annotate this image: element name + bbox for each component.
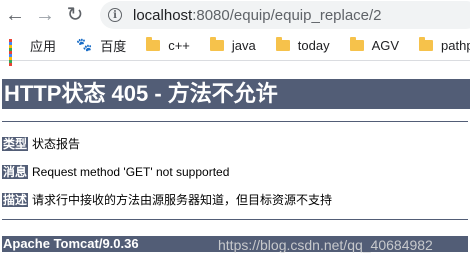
- bookmark-label: c++: [168, 37, 190, 53]
- error-page: HTTP状态 405 - 方法不允许 类型 状态报告 消息 Request meth…: [0, 61, 470, 268]
- type-label: 类型: [2, 137, 29, 151]
- divider: [2, 219, 468, 220]
- bookmark-label: AGV: [371, 37, 400, 53]
- error-message-row: 消息 Request method 'GET' not supported: [2, 164, 229, 180]
- folder-icon: [419, 36, 434, 51]
- watermark: https://blog.csdn.net/qq_40684982: [218, 237, 433, 253]
- address-bar[interactable]: i localhost:8080/equip/equip_replace/2: [100, 1, 470, 29]
- url-text[interactable]: localhost:8080/equip/equip_replace/2: [133, 7, 382, 24]
- baidu-paw-icon: 🐾: [76, 37, 93, 52]
- bookmark-label: 应用: [30, 38, 57, 54]
- browser-toolbar: ← → ↻ i localhost:8080/equip/equip_repla…: [0, 0, 470, 30]
- bookmark-folder-java[interactable]: java: [209, 36, 256, 53]
- error-type-row: 类型 状态报告: [2, 136, 80, 152]
- url-path: :8080/equip/equip_replace/2: [192, 6, 382, 24]
- bookmark-folder-cpp[interactable]: c++: [146, 36, 190, 53]
- error-title: HTTP状态 405 - 方法不允许: [2, 79, 470, 109]
- type-value: 状态报告: [32, 137, 81, 151]
- bookmark-label: today: [297, 37, 330, 53]
- forward-arrow-icon[interactable]: →: [32, 2, 58, 28]
- bookmarks-bar: 应用 🐾 百度 c++ java today AGV pathpla: [0, 30, 470, 66]
- folder-icon: [275, 36, 290, 51]
- divider: [2, 121, 468, 122]
- folder-icon: [349, 36, 364, 51]
- folder-icon: [209, 36, 224, 51]
- error-description-row: 描述 请求行中接收的方法由源服务器知道，但目标资源不支持: [2, 192, 332, 208]
- message-label: 消息: [2, 165, 29, 179]
- bookmark-baidu[interactable]: 🐾 百度: [76, 36, 126, 55]
- site-info-icon[interactable]: i: [108, 8, 122, 22]
- url-host: localhost: [133, 6, 193, 24]
- bookmark-folder-pathplan[interactable]: pathpla: [419, 36, 470, 53]
- description-value: 请求行中接收的方法由源服务器知道，但目标资源不支持: [32, 193, 333, 207]
- bookmark-apps[interactable]: 应用: [9, 36, 57, 66]
- bookmark-folder-today[interactable]: today: [275, 36, 330, 53]
- browser-window: ← → ↻ i localhost:8080/equip/equip_repla…: [0, 0, 470, 268]
- bookmark-label: 百度: [100, 38, 127, 54]
- description-label: 描述: [2, 193, 29, 207]
- back-arrow-icon[interactable]: ←: [2, 2, 28, 28]
- bookmark-label: pathpla: [441, 37, 470, 53]
- bookmark-folder-agv[interactable]: AGV: [349, 36, 400, 53]
- reload-icon[interactable]: ↻: [62, 2, 88, 28]
- message-value: Request method 'GET' not supported: [32, 165, 230, 179]
- folder-icon: [146, 36, 161, 51]
- bookmark-label: java: [231, 37, 256, 53]
- apps-grid-icon: [9, 38, 22, 66]
